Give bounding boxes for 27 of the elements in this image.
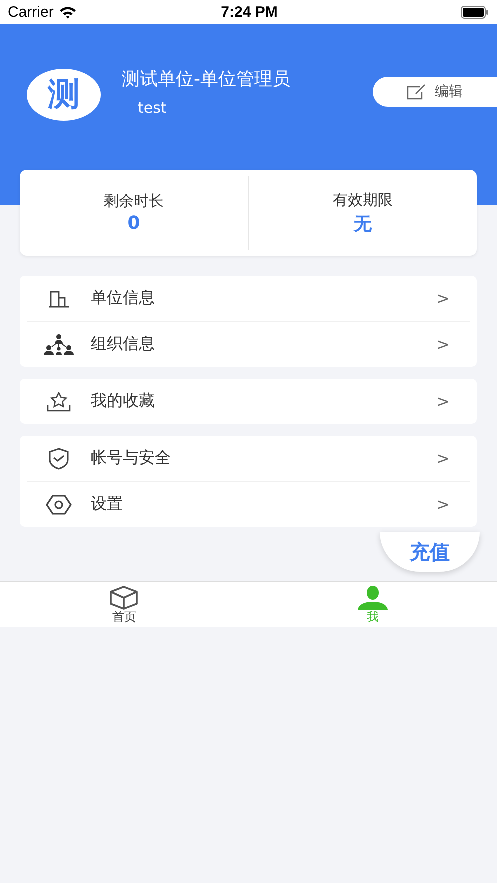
edit-button[interactable]: 编辑: [373, 77, 497, 107]
shield-check-icon: [48, 448, 70, 470]
edit-icon: [407, 84, 427, 100]
menu-item[interactable]: 帐号与安全 >: [27, 436, 470, 481]
building-icon: [48, 290, 70, 308]
tab[interactable]: 首页: [0, 582, 248, 627]
menu-item[interactable]: 设置 >: [27, 482, 470, 527]
menu-item[interactable]: 组织信息 >: [27, 322, 470, 367]
star-tray-icon: [47, 392, 71, 412]
stat-label: 剩余时长: [104, 192, 164, 211]
stat-value: 0: [128, 213, 140, 234]
stat-label: 有效期限: [333, 190, 393, 210]
recharge-button[interactable]: 充值: [380, 532, 480, 572]
person-icon: [356, 586, 389, 610]
account-name: test: [138, 99, 168, 117]
user-name: 测试单位-单位管理员: [122, 69, 292, 91]
cube-icon: [109, 586, 140, 610]
settings-icon: [46, 494, 72, 516]
menu-item[interactable]: 单位信息 >: [27, 276, 470, 321]
status-time: 7:24 PM: [221, 4, 278, 20]
org-chart-icon: [44, 334, 74, 356]
carrier-label: Carrier: [8, 4, 54, 20]
wifi-icon: [58, 6, 77, 18]
stat-value: 无: [354, 212, 372, 236]
menu-item[interactable]: 我的收藏 >: [27, 379, 470, 424]
battery-icon: [460, 6, 489, 18]
avatar: 测: [27, 69, 101, 121]
